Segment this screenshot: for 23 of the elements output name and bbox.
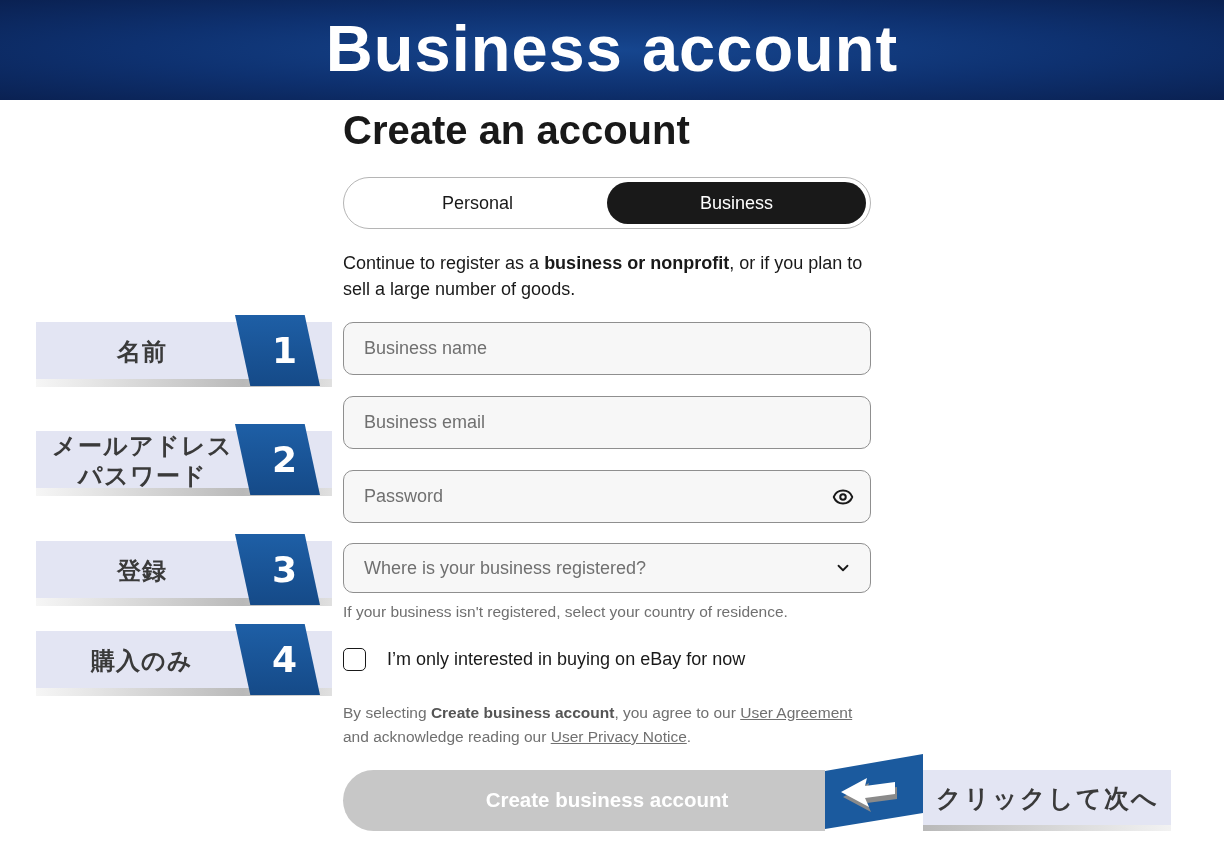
page-title: Business account	[325, 15, 899, 85]
account-type-tab[interactable]: Personal	[348, 182, 607, 224]
annotation-label: 購入のみ	[91, 645, 193, 676]
legal-link[interactable]: User Privacy Notice	[550, 728, 687, 745]
annotation-label: 登録	[117, 555, 167, 586]
password-input[interactable]: Password	[364, 483, 832, 510]
account-type-tab[interactable]: Business	[607, 182, 866, 224]
helper-text: If your business isn't registered, select your country of residence.	[343, 603, 789, 621]
password-field[interactable]: Password	[343, 470, 871, 523]
checkbox-label: I’m only interested in buying on eBay for now	[387, 647, 746, 671]
left-arrow-icon	[825, 754, 923, 829]
legal-notice: By selecting Create business account, you agree to our User Agreement and acknowledge reading our User Privacy Notice.	[343, 703, 854, 747]
annotation-label: 名前	[117, 336, 167, 367]
annotation-label: クリックして次へ	[935, 782, 1159, 814]
text-input-field[interactable]: Business email	[343, 396, 871, 449]
select-field[interactable]: Where is your business registered?	[343, 543, 871, 593]
annotation-label: パスワード	[77, 460, 207, 491]
text-input-field[interactable]: Business name	[343, 322, 871, 375]
legal-link[interactable]: User Agreement	[740, 704, 853, 721]
annotation-label: メールアドレス	[51, 430, 233, 461]
form-heading: Create an account	[343, 108, 691, 152]
intro-text: Continue to register as a business or nonprofit, or if you plan to sell a large number of goods.	[343, 252, 864, 301]
checkbox[interactable]	[343, 647, 366, 671]
